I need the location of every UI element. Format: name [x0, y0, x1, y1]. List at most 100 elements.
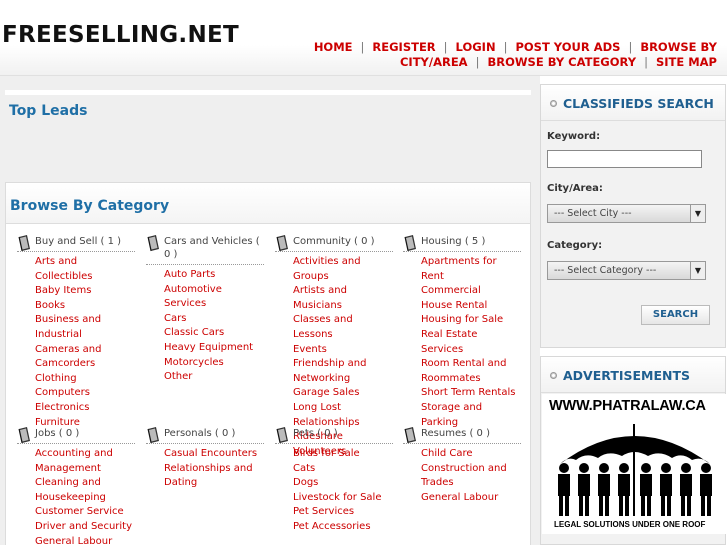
category-heading[interactable]: Resumes ( 0 ) — [403, 427, 521, 444]
subcategory-link[interactable]: Room Rental and Roommates — [421, 358, 506, 384]
subcategory-link[interactable]: Livestock for Sale — [293, 492, 381, 503]
subcategory-item: Automotive Services — [164, 283, 264, 312]
subcategory-link[interactable]: Relationships and Dating — [164, 463, 253, 489]
subcategory-link[interactable]: Child Care — [421, 448, 473, 459]
subcategory-link[interactable]: Activities and Groups — [293, 256, 361, 282]
subcategory-link[interactable]: Events — [293, 344, 327, 355]
category-book-icon — [17, 234, 31, 252]
subcategory-link[interactable]: Accounting and Management — [35, 448, 113, 474]
subcategory-link[interactable]: Computers — [35, 387, 90, 398]
subcategory-list: Accounting and Management Cleaning and Ho… — [17, 447, 135, 545]
category-name[interactable]: Pets ( 0 ) — [293, 428, 338, 439]
dropdown-arrow-icon[interactable]: ▼ — [690, 262, 705, 279]
subcategory-link[interactable]: Electronics — [35, 402, 90, 413]
subcategory-link[interactable]: Garage Sales — [293, 387, 359, 398]
category-heading[interactable]: Buy and Sell ( 1 ) — [17, 235, 135, 252]
category-name[interactable]: Cars and Vehicles ( 0 ) — [164, 236, 260, 260]
subcategory-item: Classic Cars — [164, 326, 264, 341]
city-select[interactable]: --- Select City --- ▼ — [547, 204, 706, 223]
subcategory-item: Storage and Parking — [421, 401, 521, 430]
subcategory-link[interactable]: Cars — [164, 313, 186, 324]
subcategory-link[interactable]: Short Term Rentals — [421, 387, 515, 398]
subcategory-link[interactable]: Pet Accessories — [293, 521, 371, 532]
subcategory-link[interactable]: Casual Encounters — [164, 448, 257, 459]
subcategory-item: House Rental — [421, 299, 521, 314]
category-name[interactable]: Resumes ( 0 ) — [421, 428, 490, 439]
subcategory-link[interactable]: Commercial — [421, 285, 481, 296]
category-book-icon — [275, 426, 289, 444]
category-name[interactable]: Community ( 0 ) — [293, 236, 375, 247]
category-name[interactable]: Buy and Sell ( 1 ) — [35, 236, 121, 247]
subcategory-link[interactable]: Motorcycles — [164, 357, 224, 368]
category-name[interactable]: Jobs ( 0 ) — [35, 428, 79, 439]
subcategory-link[interactable]: Cameras and Camcorders — [35, 344, 101, 370]
subcategory-item: Cars — [164, 312, 264, 327]
subcategory-link[interactable]: Business and Industrial — [35, 314, 101, 340]
site-logo[interactable]: FREESELLING.NET — [2, 22, 239, 48]
subcategory-link[interactable]: Dogs — [293, 477, 318, 488]
subcategory-link[interactable]: Housing for Sale — [421, 314, 503, 325]
subcategory-link[interactable]: Long Lost Relationships — [293, 402, 360, 428]
category-heading[interactable]: Community ( 0 ) — [275, 235, 393, 252]
category-label: Category: — [547, 240, 603, 251]
category-block: Buy and Sell ( 1 ) Arts and Collectibles B… — [17, 235, 135, 430]
category-heading[interactable]: Housing ( 5 ) — [403, 235, 521, 252]
dropdown-arrow-icon[interactable]: ▼ — [690, 205, 705, 222]
subcategory-link[interactable]: Furniture — [35, 417, 80, 428]
subcategory-link[interactable]: Storage and Parking — [421, 402, 482, 428]
category-heading[interactable]: Jobs ( 0 ) — [17, 427, 135, 444]
subcategory-link[interactable]: Artists and Musicians — [293, 285, 347, 311]
subcategory-link[interactable]: Classes and Lessons — [293, 314, 353, 340]
subcategory-link[interactable]: Real Estate Services — [421, 329, 477, 355]
subcategory-item: Business and Industrial — [35, 313, 135, 342]
category-select[interactable]: --- Select Category --- ▼ — [547, 261, 706, 280]
subcategory-link[interactable]: Auto Parts — [164, 269, 215, 280]
subcategory-item: Garage Sales — [293, 386, 393, 401]
category-name[interactable]: Personals ( 0 ) — [164, 428, 235, 439]
subcategory-link[interactable]: Apartments for Rent — [421, 256, 497, 282]
subcategory-link[interactable]: General Labour — [35, 536, 112, 545]
category-name[interactable]: Housing ( 5 ) — [421, 236, 485, 247]
ad-banner[interactable]: WWW.PHATRALAW.CA LEGAL SOLUTIONS UNDER O… — [542, 394, 726, 534]
subcategory-item: Construction and Trades — [421, 462, 521, 491]
nav-post-ads[interactable]: POST YOUR ADS — [515, 40, 620, 54]
subcategory-link[interactable]: Automotive Services — [164, 284, 222, 310]
subcategory-link[interactable]: Heavy Equipment — [164, 342, 253, 353]
subcategory-link[interactable]: Construction and Trades — [421, 463, 507, 489]
umbrella-people-graphic — [558, 424, 712, 516]
subcategory-link[interactable]: House Rental — [421, 300, 487, 311]
keyword-input[interactable] — [547, 150, 702, 168]
subcategory-link[interactable]: Customer Service — [35, 506, 124, 517]
category-heading[interactable]: Cars and Vehicles ( 0 ) — [146, 235, 264, 265]
subcategory-item: Customer Service — [35, 505, 135, 520]
subcategory-link[interactable]: Pet Services — [293, 506, 354, 517]
subcategory-item: Baby Items — [35, 284, 135, 299]
search-button[interactable]: SEARCH — [641, 305, 710, 325]
subcategory-link[interactable]: Baby Items — [35, 285, 91, 296]
nav-browse-city-cont[interactable]: CITY/AREA — [400, 55, 468, 69]
subcategory-link[interactable]: Classic Cars — [164, 327, 224, 338]
subcategory-link[interactable]: General Labour — [421, 492, 498, 503]
subcategory-link[interactable]: Birds for Sale — [293, 448, 360, 459]
subcategory-link[interactable]: Arts and Collectibles — [35, 256, 93, 282]
nav-home[interactable]: HOME — [314, 40, 353, 54]
category-book-icon — [403, 426, 417, 444]
subcategory-link[interactable]: Other — [164, 371, 192, 382]
subcategory-link[interactable]: Cleaning and Housekeeping — [35, 477, 106, 503]
subcategory-item: Room Rental and Roommates — [421, 357, 521, 386]
subcategory-link[interactable]: Clothing — [35, 373, 77, 384]
category-heading[interactable]: Pets ( 0 ) — [275, 427, 393, 444]
nav-login[interactable]: LOGIN — [456, 40, 496, 54]
subcategory-link[interactable]: Friendship and Networking — [293, 358, 366, 384]
nav-browse-category[interactable]: BROWSE BY CATEGORY — [487, 55, 636, 69]
subcategory-link[interactable]: Cats — [293, 463, 315, 474]
nav-site-map[interactable]: SITE MAP — [656, 55, 717, 69]
subcategory-item: Short Term Rentals — [421, 386, 521, 401]
nav-browse-city[interactable]: BROWSE BY — [640, 40, 717, 54]
subcategory-link[interactable]: Driver and Security — [35, 521, 132, 532]
nav-register[interactable]: REGISTER — [372, 40, 435, 54]
subcategory-link[interactable]: Books — [35, 300, 65, 311]
category-block: Community ( 0 ) Activities and Groups Arti… — [275, 235, 393, 459]
category-heading[interactable]: Personals ( 0 ) — [146, 427, 264, 444]
sidebar: CLASSIFIEDS SEARCH Keyword: City/Area: -… — [540, 76, 727, 545]
